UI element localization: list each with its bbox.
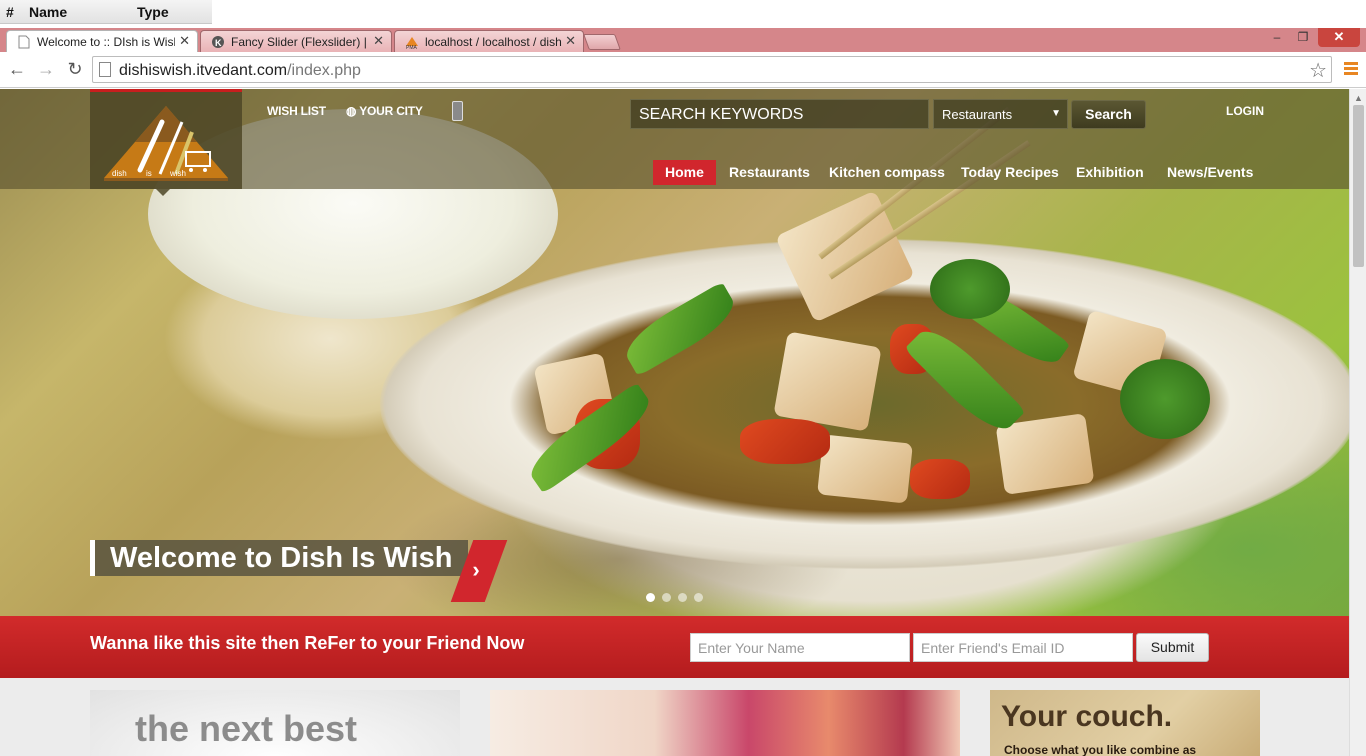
column-header-type[interactable]: Type <box>137 4 169 20</box>
address-bar[interactable]: dishiswish.itvedant.com/index.php ☆ <box>92 56 1332 83</box>
wishlist-link[interactable]: WISH LIST <box>267 104 326 118</box>
mobile-phone-icon[interactable] <box>452 101 463 121</box>
pepper-piece <box>740 419 830 464</box>
login-link[interactable]: LOGIN <box>1226 104 1264 118</box>
friend-email-input[interactable]: Enter Friend's Email ID <box>913 633 1133 662</box>
logo-word-wish: wish <box>169 169 186 178</box>
refer-friend-bar: Wanna like this site then ReFer to your … <box>0 616 1349 678</box>
nav-restaurants[interactable]: Restaurants <box>729 160 810 185</box>
refer-heading: Wanna like this site then ReFer to your … <box>90 633 525 653</box>
logo-word-is: is <box>146 169 152 178</box>
phpmyadmin-icon: PMA <box>406 37 418 49</box>
tab-dish-is-wish[interactable]: Welcome to :: DIsh is Wish ✕ <box>6 30 198 52</box>
tab-close-icon[interactable]: ✕ <box>565 33 576 49</box>
browser-menu-icon[interactable] <box>1344 62 1358 77</box>
promo-card-title: Your couch. <box>1001 700 1173 733</box>
k-logo-icon: K <box>212 36 224 48</box>
back-arrow-icon[interactable]: ← <box>6 59 28 81</box>
nav-kitchen-compass[interactable]: Kitchen compass <box>829 160 945 185</box>
url-text: dishiswish.itvedant.com/index.php <box>119 62 361 79</box>
website-viewport: dish is wish WISH LIST ◍ YOUR CITY SEARC… <box>0 89 1349 756</box>
globe-icon: ◍ <box>346 104 357 118</box>
category-select-value: Restaurants <box>942 107 1013 122</box>
browser-tab-strip: Welcome to :: DIsh is Wish ✕ K Fancy Sli… <box>0 28 1366 52</box>
svg-text:PMA: PMA <box>406 45 418 49</box>
promo-card-next-best[interactable]: the next best <box>90 690 460 756</box>
dropdown-caret-icon: ▼ <box>1051 108 1061 119</box>
tofu-piece <box>773 331 882 432</box>
logo-word-dish: dish <box>112 169 127 178</box>
page-scrollbar[interactable]: ▲ <box>1349 89 1366 756</box>
nav-today-recipes[interactable]: Today Recipes <box>961 160 1059 185</box>
site-logo[interactable]: dish is wish <box>90 89 242 189</box>
logo-pointer <box>156 189 170 196</box>
scroll-up-arrow-icon[interactable]: ▲ <box>1354 93 1363 103</box>
slider-dot[interactable] <box>646 593 655 602</box>
window-close-button[interactable]: ✕ <box>1318 28 1360 47</box>
cilantro-leaf <box>930 259 1010 319</box>
scrollbar-thumb[interactable] <box>1353 105 1364 267</box>
slider-dot[interactable] <box>662 593 671 602</box>
search-button[interactable]: Search <box>1071 100 1146 129</box>
tab-close-icon[interactable]: ✕ <box>373 33 384 49</box>
tab-label: Welcome to :: DIsh is Wish <box>37 35 175 49</box>
table-header: # Name Type <box>0 0 212 24</box>
promo-card-autumn-leaves[interactable] <box>490 690 960 756</box>
slide-caption: Welcome to Dish Is Wish <box>90 540 469 576</box>
tofu-piece <box>817 434 913 504</box>
slider-dot[interactable] <box>694 593 703 602</box>
cilantro-leaf <box>1120 359 1210 439</box>
promo-card-headline: the next best <box>135 708 358 749</box>
category-select[interactable]: Restaurants ▼ <box>933 99 1068 129</box>
page-icon <box>18 35 30 49</box>
name-input[interactable]: Enter Your Name <box>690 633 910 662</box>
promo-card-subtitle: Choose what you like combine as <box>1004 743 1197 756</box>
tab-fancy-slider[interactable]: K Fancy Slider (Flexslider) | K ✕ <box>200 30 392 52</box>
pepper-piece <box>910 459 970 499</box>
tab-phpmyadmin[interactable]: PMA localhost / localhost / dish ✕ <box>394 30 584 52</box>
browser-toolbar: ← → ↻ dishiswish.itvedant.com/index.php … <box>0 52 1366 88</box>
submit-button[interactable]: Submit <box>1136 633 1209 662</box>
nav-exhibition[interactable]: Exhibition <box>1076 160 1144 185</box>
minimize-button[interactable]: ‒ <box>1266 28 1288 48</box>
page-icon <box>99 62 111 77</box>
chevron-right-icon: › <box>472 557 480 582</box>
slider-dot[interactable] <box>678 593 687 602</box>
search-input[interactable]: SEARCH KEYWORDS <box>630 99 929 129</box>
promo-section: the next best Your couch. Choose what yo… <box>0 678 1349 756</box>
column-header-name[interactable]: Name <box>29 4 67 20</box>
your-city-link[interactable]: ◍ YOUR CITY <box>346 104 423 118</box>
new-tab-button[interactable] <box>583 34 621 50</box>
nav-home[interactable]: Home <box>653 160 716 185</box>
tab-label: Fancy Slider (Flexslider) | K <box>231 35 369 49</box>
tab-close-icon[interactable]: ✕ <box>179 33 190 49</box>
maximize-button[interactable]: ❐ <box>1292 28 1314 48</box>
promo-card-your-couch[interactable]: Your couch. Choose what you like combine… <box>990 690 1260 756</box>
dish-is-wish-logo-icon: dish is wish <box>104 106 228 181</box>
column-header-hash[interactable]: # <box>6 4 14 20</box>
nav-news-events[interactable]: News/Events <box>1167 160 1253 185</box>
forward-arrow-icon[interactable]: → <box>35 59 57 81</box>
reload-icon[interactable]: ↻ <box>64 59 86 81</box>
svg-text:K: K <box>215 38 222 48</box>
tab-label: localhost / localhost / dish <box>425 35 562 49</box>
bookmark-star-icon[interactable]: ☆ <box>1309 58 1327 83</box>
screen: # Name Type Welcome to :: DIsh is Wish ✕… <box>0 0 1366 756</box>
